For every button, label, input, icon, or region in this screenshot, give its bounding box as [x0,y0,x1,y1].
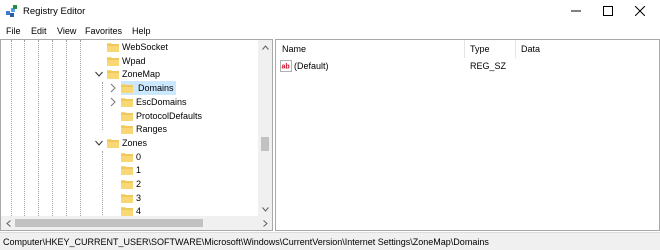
tree-item-1[interactable]: 1 [121,163,141,177]
value-row[interactable]: ab (Default) REG_SZ [277,59,659,73]
tree-item-websocket[interactable]: WebSocket [107,40,168,54]
scroll-left-arrow[interactable] [1,216,15,230]
tree-guide-line [102,82,103,130]
value-type: REG_SZ [470,61,507,71]
tree-item-wpad[interactable]: Wpad [107,54,146,68]
tree-item-label: WebSocket [122,42,168,52]
vertical-scroll-thumb[interactable] [261,137,269,151]
tree-item-0[interactable]: 0 [121,150,141,164]
tree-item-label: 3 [136,192,142,203]
tree-item-label: Domains [138,83,174,94]
menu-file[interactable]: File [6,26,21,36]
tree-item-2[interactable]: 2 [121,177,141,191]
folder-icon [107,43,119,52]
registry-editor-icon [6,5,17,17]
maximize-button[interactable] [592,0,624,22]
minimize-icon [571,10,581,12]
tree-item-label: EscDomains [136,96,187,107]
menu-help[interactable]: Help [132,26,151,36]
tree-guide-line [24,40,25,216]
chevron-down-icon[interactable] [95,138,103,148]
chevron-down-icon [261,206,269,212]
status-path: Computer\HKEY_CURRENT_USER\SOFTWARE\Micr… [3,237,489,247]
tree-item-ranges[interactable]: Ranges [121,122,167,136]
window-title: Registry Editor [23,6,86,17]
tree-item-label: 2 [136,179,142,189]
title-bar[interactable]: Registry Editor [0,0,660,22]
menu-view[interactable]: View [57,26,76,36]
chevron-up-icon [261,44,269,50]
column-data[interactable]: Data [516,40,616,58]
folder-icon [121,111,133,121]
scroll-up-arrow[interactable] [258,40,272,54]
column-name[interactable]: Name [277,40,464,58]
menu-favorites[interactable]: Favorites [85,26,122,36]
tree-item-zones[interactable]: Zones [107,136,147,150]
tree-horizontal-scrollbar[interactable] [1,216,272,230]
tree-item-label: Zones [122,137,148,148]
folder-icon [121,84,133,94]
tree-item-domains[interactable]: Domains [121,81,176,96]
tree-guide-line [80,40,81,216]
tree-guide-line [38,40,39,216]
chevron-down-icon[interactable] [95,69,103,79]
folder-icon [107,56,119,66]
tree-item-label: Ranges [136,124,168,135]
tree-item-label: ZoneMap [122,69,161,80]
maximize-icon [603,6,613,16]
status-bar: Computer\HKEY_CURRENT_USER\SOFTWARE\Micr… [0,232,660,250]
folder-icon [121,97,133,107]
tree-guide-line [66,40,67,216]
tree-guide-line [11,40,12,216]
folder-icon [107,138,119,148]
folder-icon [107,70,119,80]
folder-icon [121,180,133,189]
tree-item-zonemap[interactable]: ZoneMap [107,67,160,81]
tree-item-4[interactable]: 4 [121,204,141,216]
folder-icon [121,207,133,216]
tree-item-protocoldefaults[interactable]: ProtocolDefaults [121,109,202,123]
tree-guide-line [52,40,53,216]
tree-item-label: Wpad [122,55,146,66]
close-button[interactable] [624,0,656,22]
tree-item-escdomains[interactable]: EscDomains [121,95,187,109]
key-tree[interactable]: WebSocket Wpad ZoneMap Domains EscDomains Pro… [1,40,258,216]
tree-item-label: 1 [136,165,142,176]
tree-item-label: 0 [136,151,142,162]
scroll-down-arrow[interactable] [258,202,272,216]
scroll-right-arrow[interactable] [258,216,272,230]
values-list-header: Name Type Data [277,40,659,58]
folder-icon [121,152,133,162]
chevron-right-icon[interactable] [109,83,117,93]
svg-text:ab: ab [282,64,290,71]
tree-item-label: 4 [136,206,142,216]
horizontal-scroll-thumb[interactable] [15,219,203,227]
close-icon [635,6,645,16]
value-name: (Default) [294,61,329,71]
folder-icon [121,125,133,135]
tree-vertical-scrollbar[interactable] [258,40,272,216]
folder-icon [121,166,133,176]
chevron-right-icon[interactable] [109,97,117,107]
menu-edit[interactable]: Edit [31,26,47,36]
chevron-left-icon [5,219,11,227]
chevron-right-icon [262,219,268,227]
tree-item-label: ProtocolDefaults [136,110,203,121]
string-value-icon: ab [280,60,292,72]
tree-item-3[interactable]: 3 [121,191,141,205]
folder-icon [121,193,133,203]
menu-bar: File Edit View Favorites Help [0,22,660,39]
column-type[interactable]: Type [465,40,515,58]
tree-guide-line [102,151,103,216]
minimize-button[interactable] [560,0,592,22]
